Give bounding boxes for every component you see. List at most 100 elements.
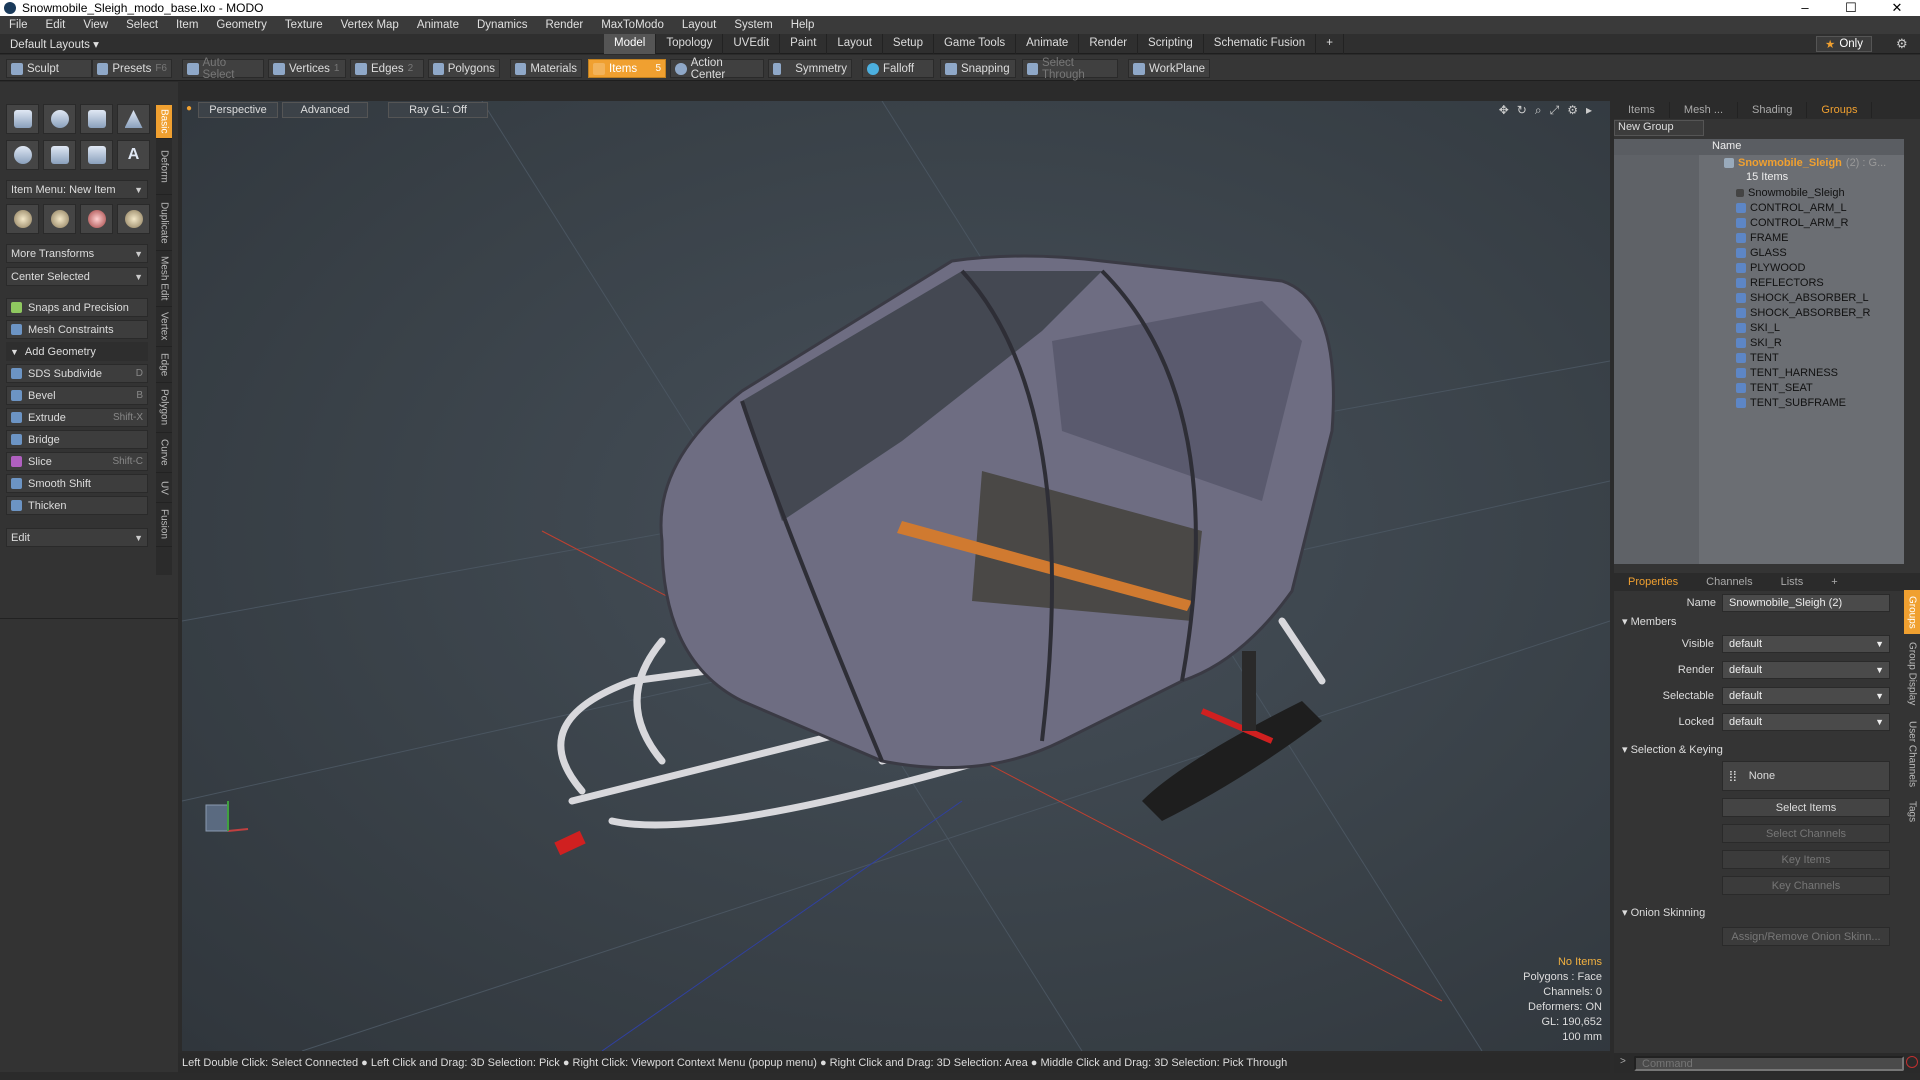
scale-tool-icon[interactable] [80, 204, 113, 234]
group-child-item[interactable]: TENT_HARNESS [1736, 367, 1838, 379]
members-section[interactable]: ▾ Members [1622, 615, 1676, 628]
vertices-button[interactable]: Vertices 1 [268, 59, 346, 78]
sds-subdivide-button[interactable]: SDS Subdivide D [6, 364, 148, 383]
vtab-polygon[interactable]: Polygon [156, 383, 172, 433]
selectable-dropdown[interactable]: default ▼ [1722, 687, 1890, 705]
vtab-group-display[interactable]: Group Display [1904, 634, 1920, 714]
select-items-button[interactable]: Select Items [1722, 798, 1890, 817]
tab-scripting[interactable]: Scripting [1138, 34, 1204, 54]
add-props-tab-button[interactable]: + [1817, 574, 1851, 590]
vtab-fusion[interactable]: Fusion [156, 503, 172, 547]
tab-layout[interactable]: Layout [827, 34, 883, 54]
menu-system[interactable]: System [725, 19, 781, 31]
extrude-button[interactable]: Extrude Shift-X [6, 408, 148, 427]
assign-onion-button[interactable]: Assign/Remove Onion Skinn... [1722, 927, 1890, 946]
bridge-button[interactable]: Bridge [6, 430, 148, 449]
vtab-deform[interactable]: Deform [156, 139, 172, 195]
move-tool-icon[interactable] [6, 204, 39, 234]
add-tab-button[interactable]: + [1316, 34, 1344, 54]
vtab-curve[interactable]: Curve [156, 433, 172, 473]
render-dropdown[interactable]: default ▼ [1722, 661, 1890, 679]
tube-tool-icon[interactable] [43, 140, 76, 170]
gear-icon[interactable]: ⚙ [1896, 36, 1908, 52]
selection-keying-section[interactable]: ▾ Selection & Keying [1622, 743, 1723, 756]
workplane-button[interactable]: WorkPlane [1128, 59, 1210, 78]
tab-animate[interactable]: Animate [1016, 34, 1080, 54]
vtab-tags[interactable]: Tags [1904, 794, 1920, 830]
tab-setup[interactable]: Setup [883, 34, 934, 54]
group-child-item[interactable]: TENT_SEAT [1736, 382, 1813, 394]
materials-button[interactable]: Materials [510, 59, 582, 78]
viewport-settings-icon[interactable]: ⚙ [1567, 103, 1578, 118]
menu-view[interactable]: View [74, 19, 117, 31]
edit-dropdown[interactable]: Edit ▼ [6, 528, 148, 547]
minimize-button[interactable]: – [1782, 0, 1828, 16]
symmetry-button[interactable]: Symmetry [768, 59, 852, 78]
vtab-uv[interactable]: UV [156, 473, 172, 503]
perspective-button[interactable]: Perspective [198, 102, 278, 118]
vtab-mesh-edit[interactable]: Mesh Edit [156, 251, 172, 307]
group-child-item[interactable]: SKI_L [1736, 322, 1780, 334]
group-child-item[interactable]: GLASS [1736, 247, 1787, 259]
locked-dropdown[interactable]: default ▼ [1722, 713, 1890, 731]
auto-select-button[interactable]: Auto Select [182, 57, 264, 81]
tab-shading[interactable]: Shading [1738, 102, 1808, 118]
bevel-button[interactable]: Bevel B [6, 386, 148, 405]
viewport-menu-icon[interactable]: ● [186, 103, 192, 114]
pen-tool-icon[interactable] [80, 140, 113, 170]
vtab-basic[interactable]: Basic [156, 105, 172, 139]
tab-paint[interactable]: Paint [780, 34, 828, 54]
name-field[interactable]: Snowmobile_Sleigh (2) [1722, 594, 1890, 612]
group-child-item[interactable]: REFLECTORS [1736, 277, 1824, 289]
menu-geometry[interactable]: Geometry [207, 19, 276, 31]
3d-viewport[interactable]: No Items Polygons : Face Channels: 0 Def… [182, 101, 1610, 1051]
group-child-item[interactable]: FRAME [1736, 232, 1789, 244]
snaps-precision-button[interactable]: Snaps and Precision [6, 298, 148, 317]
menu-animate[interactable]: Animate [408, 19, 468, 31]
menu-select[interactable]: Select [117, 19, 167, 31]
only-button[interactable]: ★ Only [1816, 36, 1872, 52]
menu-file[interactable]: File [0, 19, 37, 31]
command-input[interactable] [1634, 1056, 1904, 1071]
group-child-item[interactable]: SHOCK_ABSORBER_R [1736, 307, 1870, 319]
tab-uvedit[interactable]: UVEdit [723, 34, 781, 54]
record-icon[interactable] [1906, 1056, 1918, 1068]
onion-skinning-section[interactable]: ▾ Onion Skinning [1622, 906, 1705, 919]
item-menu-dropdown[interactable]: Item Menu: New Item ▼ [6, 180, 148, 199]
none-button[interactable]: ⁞⁞ None [1722, 761, 1890, 791]
tab-properties[interactable]: Properties [1614, 574, 1692, 590]
vtab-groups[interactable]: Groups [1904, 590, 1920, 634]
group-child-item[interactable]: TENT [1736, 352, 1779, 364]
visible-dropdown[interactable]: default ▼ [1722, 635, 1890, 653]
default-layouts-dropdown[interactable]: Default Layouts ▾ [10, 37, 99, 51]
ray-gl-button[interactable]: Ray GL: Off [388, 102, 488, 118]
more-transforms-dropdown[interactable]: More Transforms ▼ [6, 244, 148, 263]
sculpt-button[interactable]: Sculpt [6, 59, 92, 78]
items-button[interactable]: Items 5 [588, 59, 666, 78]
thicken-button[interactable]: Thicken [6, 496, 148, 515]
menu-dynamics[interactable]: Dynamics [468, 19, 536, 31]
vtab-duplicate[interactable]: Duplicate [156, 195, 172, 251]
key-items-button[interactable]: Key Items [1722, 850, 1890, 869]
key-channels-button[interactable]: Key Channels [1722, 876, 1890, 895]
menu-item[interactable]: Item [167, 19, 207, 31]
center-selected-dropdown[interactable]: Center Selected ▼ [6, 267, 148, 286]
vtab-edge[interactable]: Edge [156, 347, 172, 383]
tab-schematic-fusion[interactable]: Schematic Fusion [1204, 34, 1317, 54]
menu-maxtomodo[interactable]: MaxToModo [592, 19, 673, 31]
smooth-shift-button[interactable]: Smooth Shift [6, 474, 148, 493]
maximize-button[interactable]: ☐ [1828, 0, 1874, 16]
menu-layout[interactable]: Layout [673, 19, 726, 31]
slice-button[interactable]: Slice Shift-C [6, 452, 148, 471]
fit-icon[interactable]: ⤢ [1550, 103, 1560, 118]
mesh-constraints-button[interactable]: Mesh Constraints [6, 320, 148, 339]
group-child-item[interactable]: SKI_R [1736, 337, 1782, 349]
menu-render[interactable]: Render [536, 19, 592, 31]
select-channels-button[interactable]: Select Channels [1722, 824, 1890, 843]
text-tool-icon[interactable]: A [117, 140, 150, 170]
tab-items[interactable]: Items [1614, 102, 1670, 118]
group-root-item[interactable]: Snowmobile_Sleigh (2) : G... [1724, 157, 1886, 169]
group-child-item[interactable]: TENT_SUBFRAME [1736, 397, 1846, 409]
rotate-tool-icon[interactable] [43, 204, 76, 234]
select-through-button[interactable]: Select Through [1022, 57, 1118, 81]
